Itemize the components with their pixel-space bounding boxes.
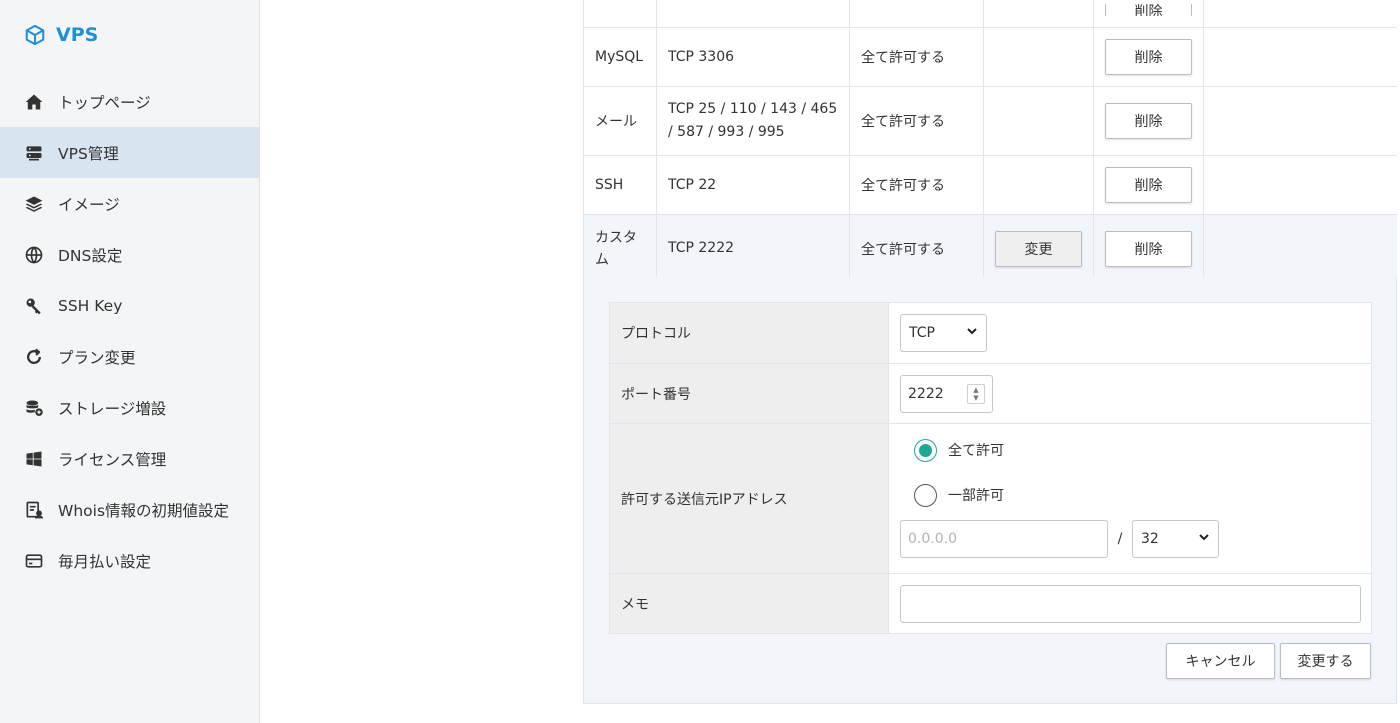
database-add-icon xyxy=(24,398,44,418)
cube-icon xyxy=(25,24,45,46)
app-logo-text: VPS xyxy=(56,24,99,46)
port-value: 2222 xyxy=(908,385,944,402)
sidebar-item-plan[interactable]: プラン変更 xyxy=(0,331,259,382)
document-user-icon xyxy=(24,500,44,520)
rule-name: カスタム xyxy=(583,214,657,283)
edit-rule-form: プロトコル TCP ポート番号 2222 ▲ ▼ 許可する送信元IPアドレス 全… xyxy=(609,302,1372,634)
key-icon xyxy=(24,296,44,316)
rule-name: メール xyxy=(583,86,657,156)
rule-allow: 全て許可する xyxy=(849,27,984,87)
rule-port: TCP 3306 xyxy=(656,27,850,87)
sidebar-item-image[interactable]: イメージ xyxy=(0,178,259,229)
source-ip-label: 許可する送信元IPアドレス xyxy=(609,423,889,574)
credit-card-icon xyxy=(24,551,44,571)
prefix-select[interactable]: 32 xyxy=(1132,519,1219,558)
sidebar-item-top[interactable]: トップページ xyxy=(0,76,259,127)
edit-rule-panel: プロトコル TCP ポート番号 2222 ▲ ▼ 許可する送信元IPアドレス 全… xyxy=(583,277,1397,704)
sidebar-item-label: 毎月払い設定 xyxy=(58,552,152,571)
spinner-icon[interactable]: ▲ ▼ xyxy=(967,383,985,404)
sidebar-item-ssh-key[interactable]: SSH Key xyxy=(0,280,259,331)
rule-allow: 全て許可する xyxy=(849,214,984,283)
sidebar-item-label: プラン変更 xyxy=(58,348,136,367)
table-row: メール TCP 25 / 110 / 143 / 465 / 587 / 993… xyxy=(583,86,1397,156)
sidebar-item-license[interactable]: ライセンス管理 xyxy=(0,433,259,484)
rule-name: MySQL xyxy=(583,27,657,87)
edit-button[interactable]: 変更 xyxy=(995,230,1082,267)
sidebar-item-whois[interactable]: Whois情報の初期値設定 xyxy=(0,484,259,535)
windows-icon xyxy=(24,449,44,469)
delete-button[interactable]: 削除 xyxy=(1105,4,1192,16)
sidebar-item-label: SSH Key xyxy=(58,296,123,315)
sidebar-item-label: ストレージ増設 xyxy=(58,399,167,418)
port-label: ポート番号 xyxy=(609,363,889,424)
cancel-button[interactable]: キャンセル xyxy=(1166,643,1275,679)
radio-allow-all-label: 全て許可 xyxy=(948,443,1004,459)
refresh-icon xyxy=(24,347,44,367)
table-row: カスタム TCP 2222 全て許可する 変更 削除 xyxy=(583,214,1397,283)
sidebar-item-storage[interactable]: ストレージ増設 xyxy=(0,382,259,433)
home-icon xyxy=(24,92,44,112)
table-row: SSH TCP 22 全て許可する 削除 xyxy=(583,155,1397,215)
sidebar-item-label: DNS設定 xyxy=(58,246,123,265)
submit-change-button[interactable]: 変更する xyxy=(1280,643,1371,679)
delete-button[interactable]: 削除 xyxy=(1105,39,1192,75)
ip-range-row: / 32 xyxy=(900,519,1371,558)
rule-port: TCP 25 / 110 / 143 / 465 / 587 / 993 / 9… xyxy=(656,86,850,156)
radio-allow-all[interactable]: 全て許可 xyxy=(900,428,1371,473)
radio-allow-partial-label: 一部許可 xyxy=(948,488,1004,504)
protocol-select[interactable]: TCP xyxy=(900,314,987,352)
rule-allow: 全て許可する xyxy=(849,155,984,215)
table-row: 削除 xyxy=(583,0,1397,28)
memo-label: メモ xyxy=(609,573,889,634)
sidebar-item-label: ライセンス管理 xyxy=(58,450,167,469)
app-logo[interactable]: VPS xyxy=(24,24,98,46)
sidebar-item-label: イメージ xyxy=(58,195,120,214)
sidebar-item-monthly-payment[interactable]: 毎月払い設定 xyxy=(0,535,259,586)
rule-name: SSH xyxy=(583,155,657,215)
table-row: MySQL TCP 3306 全て許可する 削除 xyxy=(583,27,1397,87)
delete-button[interactable]: 削除 xyxy=(1105,230,1192,267)
server-icon xyxy=(24,143,44,163)
prefix-value: 32 xyxy=(1141,530,1159,547)
sidebar-item-label: トップページ xyxy=(58,93,151,112)
globe-icon xyxy=(24,245,44,265)
delete-button[interactable]: 削除 xyxy=(1105,103,1192,139)
chevron-down-icon xyxy=(1198,531,1210,547)
protocol-label: プロトコル xyxy=(609,302,889,364)
port-number-input[interactable]: 2222 ▲ ▼ xyxy=(900,374,993,413)
ip-slash: / xyxy=(1117,530,1123,547)
layers-icon xyxy=(24,194,44,214)
radio-button-checked[interactable] xyxy=(914,438,937,462)
radio-button-unchecked[interactable] xyxy=(914,483,937,507)
sidebar-item-label: VPS管理 xyxy=(58,144,119,163)
sidebar-item-dns[interactable]: DNS設定 xyxy=(0,229,259,280)
rule-port: TCP 2222 xyxy=(656,214,850,283)
ip-address-input[interactable] xyxy=(900,519,1108,558)
sidebar-nav: トップページ VPS管理 イメージ DNS設定 SSH Key プラン変更 スト… xyxy=(0,76,259,586)
delete-button[interactable]: 削除 xyxy=(1105,167,1192,203)
sidebar: VPS トップページ VPS管理 イメージ DNS設定 SSH Key プラン変… xyxy=(0,0,260,723)
rule-allow: 全て許可する xyxy=(849,86,984,156)
memo-input[interactable] xyxy=(900,584,1361,623)
firewall-rules-table: 削除 MySQL TCP 3306 全て許可する 削除 メール TCP 25 /… xyxy=(583,0,1397,283)
sidebar-item-vps[interactable]: VPS管理 xyxy=(0,127,259,178)
sidebar-item-label: Whois情報の初期値設定 xyxy=(58,501,230,520)
form-actions: キャンセル 変更する xyxy=(1166,643,1371,679)
radio-allow-partial[interactable]: 一部許可 xyxy=(900,473,1371,518)
chevron-down-icon xyxy=(966,325,978,341)
protocol-value: TCP xyxy=(909,325,935,341)
rule-port: TCP 22 xyxy=(656,155,850,215)
